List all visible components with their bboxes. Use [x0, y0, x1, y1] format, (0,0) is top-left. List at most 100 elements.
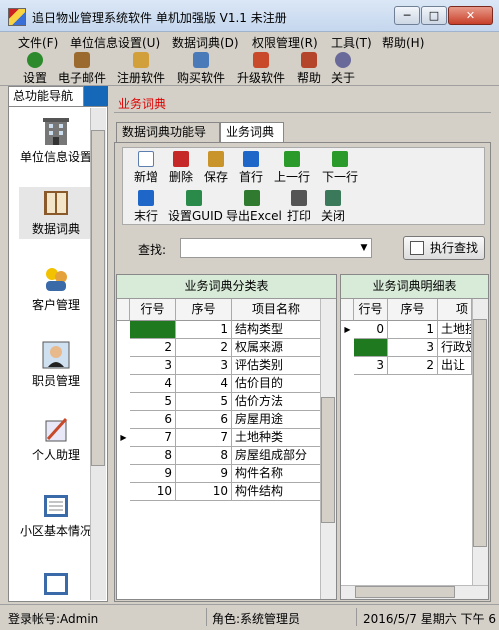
column-header[interactable]: 序号: [388, 299, 438, 321]
table-cell[interactable]: 评估类别: [232, 357, 321, 375]
table-cell[interactable]: 房屋组成部分: [232, 447, 321, 465]
row-indicator[interactable]: [341, 357, 354, 375]
table-cell[interactable]: 8: [176, 447, 232, 465]
table-cell[interactable]: 构件结构: [232, 483, 321, 501]
table-cell[interactable]: 土地挂: [438, 321, 472, 339]
menu-permissions[interactable]: 权限管理(R): [252, 34, 318, 51]
chevron-down-icon[interactable]: ▼: [356, 238, 372, 258]
table-cell[interactable]: 9: [130, 465, 176, 483]
table-cell[interactable]: 构件名称: [232, 465, 321, 483]
row-indicator[interactable]: [341, 339, 354, 357]
detail-table-scroll-thumb[interactable]: [473, 319, 487, 547]
next-row-button[interactable]: 下一行: [321, 151, 359, 185]
row-indicator[interactable]: [117, 357, 130, 375]
table-cell[interactable]: 4: [130, 375, 176, 393]
table-cell[interactable]: 10: [176, 483, 232, 501]
tab-business-dictionary[interactable]: 业务词典: [220, 122, 284, 142]
row-indicator[interactable]: [117, 393, 130, 411]
table-cell[interactable]: 8: [130, 447, 176, 465]
table-cell[interactable]: 7: [130, 429, 176, 447]
table-cell[interactable]: 7: [176, 429, 232, 447]
table-cell[interactable]: 6: [176, 411, 232, 429]
close-panel-button[interactable]: 关闭: [319, 190, 347, 224]
table-cell[interactable]: 出让: [438, 357, 472, 375]
row-indicator[interactable]: [117, 483, 130, 501]
table-cell[interactable]: 3: [388, 339, 438, 357]
row-indicator[interactable]: [117, 321, 130, 339]
table-cell[interactable]: 1: [176, 321, 232, 339]
table-cell[interactable]: 估价目的: [232, 375, 321, 393]
save-button[interactable]: 保存: [203, 151, 229, 185]
table-cell[interactable]: 1: [354, 339, 388, 357]
table-cell[interactable]: 2: [130, 339, 176, 357]
table-cell[interactable]: 3: [354, 357, 388, 375]
nav-item-customers[interactable]: 客户管理: [19, 263, 93, 312]
nav-item-assistant[interactable]: 个人助理: [19, 413, 93, 462]
table-cell[interactable]: 4: [176, 375, 232, 393]
table-cell[interactable]: 0: [354, 321, 388, 339]
prev-row-button[interactable]: 上一行: [273, 151, 311, 185]
close-button[interactable]: ✕: [448, 6, 493, 25]
column-header[interactable]: 项: [438, 299, 472, 321]
table-cell[interactable]: 5: [176, 393, 232, 411]
nav-item-employees[interactable]: 职员管理: [19, 339, 93, 388]
table-cell[interactable]: 2: [388, 357, 438, 375]
row-indicator[interactable]: ▶: [341, 321, 354, 339]
nav-item-community[interactable]: 小区基本情况: [19, 489, 93, 538]
nav-item-unit-settings[interactable]: 单位信息设置: [19, 115, 93, 164]
table-cell[interactable]: 6: [130, 411, 176, 429]
maximize-button[interactable]: □: [421, 6, 447, 25]
row-indicator[interactable]: [117, 339, 130, 357]
minimize-button[interactable]: ─: [394, 6, 420, 25]
table-cell[interactable]: 2: [176, 339, 232, 357]
row-indicator[interactable]: [117, 411, 130, 429]
table-cell[interactable]: 估价方法: [232, 393, 321, 411]
help-button[interactable]: 帮助: [294, 52, 324, 85]
upgrade-button[interactable]: 升级软件: [234, 52, 288, 85]
category-table-scroll-thumb[interactable]: [321, 397, 335, 523]
nav-item-more[interactable]: [19, 567, 93, 597]
delete-button[interactable]: 删除: [168, 151, 194, 185]
settings-button[interactable]: 设置: [20, 52, 50, 85]
table-cell[interactable]: 结构类型: [232, 321, 321, 339]
table-cell[interactable]: 房屋用途: [232, 411, 321, 429]
table-cell[interactable]: 权属来源: [232, 339, 321, 357]
nav-item-data-dictionary[interactable]: 数据词典: [19, 187, 93, 239]
menu-help[interactable]: 帮助(H): [382, 34, 424, 51]
table-cell[interactable]: 1: [130, 321, 176, 339]
table-cell[interactable]: 1: [388, 321, 438, 339]
row-indicator[interactable]: [117, 447, 130, 465]
table-cell[interactable]: 行政划: [438, 339, 472, 357]
column-header[interactable]: 行号: [354, 299, 388, 321]
about-button[interactable]: 关于: [328, 52, 358, 85]
nav-header-tab[interactable]: 总功能导航: [8, 86, 84, 106]
print-button[interactable]: 打印: [285, 190, 313, 224]
column-header[interactable]: 行号: [130, 299, 176, 321]
search-dropdown[interactable]: [180, 238, 372, 258]
table-cell[interactable]: 土地种类: [232, 429, 321, 447]
first-row-button[interactable]: 首行: [238, 151, 264, 185]
nav-scroll-thumb[interactable]: [91, 130, 105, 466]
row-indicator[interactable]: [117, 375, 130, 393]
menu-file[interactable]: 文件(F): [18, 34, 58, 51]
table-cell[interactable]: 10: [130, 483, 176, 501]
export-excel-button[interactable]: 导出Excel: [226, 190, 282, 224]
table-cell[interactable]: 9: [176, 465, 232, 483]
email-button[interactable]: 电子邮件: [56, 52, 108, 85]
menu-unit-settings[interactable]: 单位信息设置(U): [70, 34, 160, 51]
set-guid-button[interactable]: 设置GUID: [168, 190, 223, 224]
tab-dictionary-nav[interactable]: 数据词典功能导航: [116, 122, 220, 157]
column-header[interactable]: 项目名称: [232, 299, 321, 321]
table-cell[interactable]: 3: [130, 357, 176, 375]
column-header[interactable]: 序号: [176, 299, 232, 321]
menu-tools[interactable]: 工具(T): [331, 34, 372, 51]
last-row-button[interactable]: 末行: [133, 190, 159, 224]
row-indicator[interactable]: [117, 465, 130, 483]
table-cell[interactable]: 3: [176, 357, 232, 375]
new-button[interactable]: 新增: [133, 151, 159, 185]
menu-data-dictionary[interactable]: 数据词典(D): [172, 34, 239, 51]
detail-table-hscroll-thumb[interactable]: [355, 586, 455, 598]
buy-button[interactable]: 购买软件: [174, 52, 228, 85]
register-button[interactable]: 注册软件: [114, 52, 168, 85]
row-indicator[interactable]: ▶: [117, 429, 130, 447]
